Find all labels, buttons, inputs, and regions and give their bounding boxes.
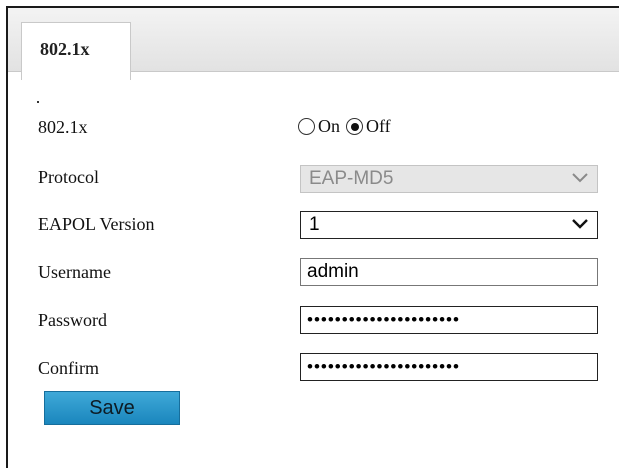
password-label: Password (38, 310, 108, 330)
radio-on-label[interactable]: On (318, 116, 340, 137)
confirm-input[interactable]: •••••••••••••••••••••• (300, 353, 598, 381)
mode-radio-group: On Off (298, 116, 397, 137)
eapol-label: EAPOL Version (38, 214, 155, 234)
chevron-down-icon (572, 173, 588, 183)
tab-bar: 802.1x (8, 8, 619, 80)
username-input[interactable]: admin (300, 258, 598, 286)
protocol-select[interactable]: EAP-MD5 (300, 165, 598, 193)
username-label: Username (38, 262, 111, 282)
protocol-label: Protocol (38, 167, 99, 187)
confirm-label: Confirm (38, 358, 99, 378)
password-input[interactable]: •••••••••••••••••••••• (300, 306, 598, 334)
eapol-select[interactable]: 1 (300, 211, 598, 239)
chevron-down-icon (572, 219, 588, 229)
save-button[interactable]: Save (44, 391, 180, 425)
radio-off[interactable] (346, 118, 363, 135)
mode-label: 802.1x (38, 117, 88, 137)
tab-8021x[interactable]: 802.1x (21, 22, 131, 80)
eapol-value: 1 (309, 214, 320, 235)
protocol-value: EAP-MD5 (309, 168, 394, 189)
marker-dot (37, 101, 39, 103)
radio-off-label[interactable]: Off (366, 116, 391, 137)
radio-on[interactable] (298, 118, 315, 135)
